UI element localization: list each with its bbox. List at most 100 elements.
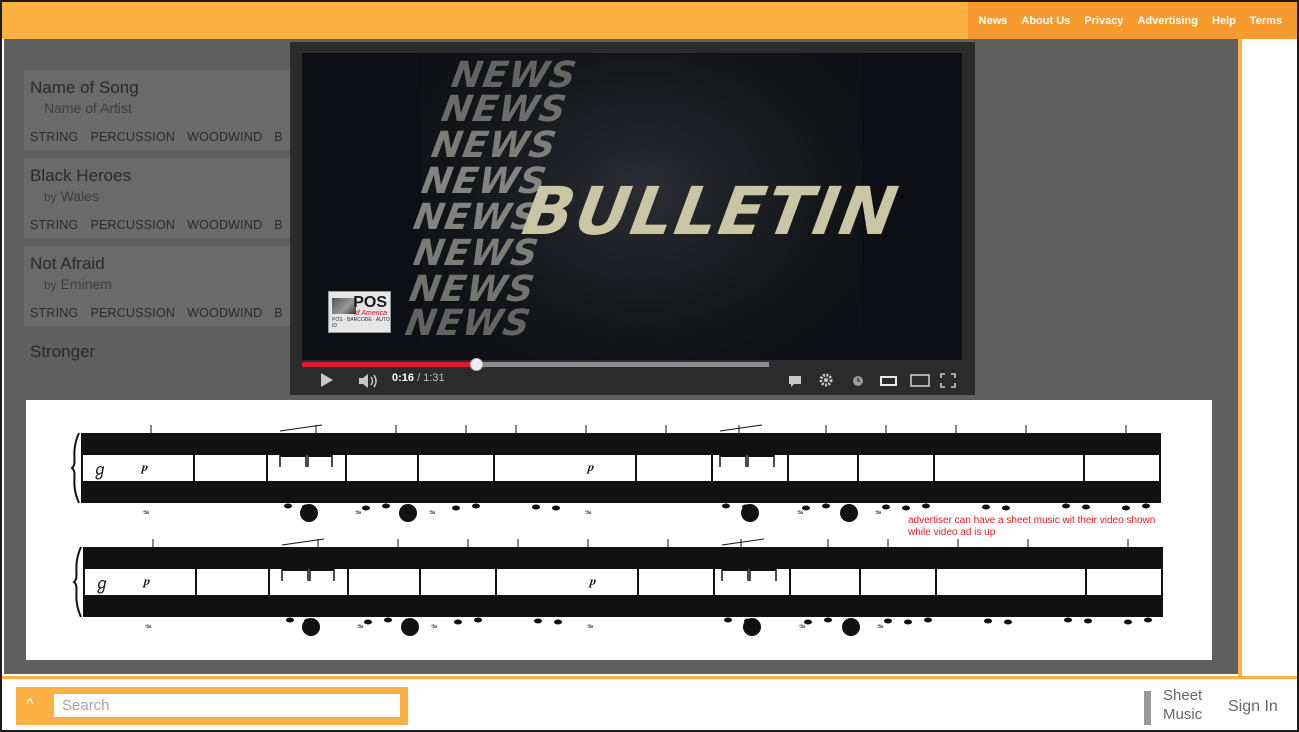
dynamic-mark: 𝆏 xyxy=(142,574,151,589)
clef-symbol: ℊ xyxy=(92,460,108,480)
dynamic-mark: 𝆏 xyxy=(140,460,149,475)
tag-percussion[interactable]: PERCUSSION xyxy=(90,130,175,144)
sheet-music-link[interactable]: Sheet Music xyxy=(1163,686,1223,724)
note-head xyxy=(534,618,542,624)
tag-string[interactable]: STRING xyxy=(30,218,78,232)
song-title[interactable]: Stronger xyxy=(24,334,294,370)
artist-prefix: by xyxy=(44,278,57,292)
search-input[interactable] xyxy=(54,694,400,717)
divider-bar xyxy=(1144,691,1151,725)
news-word: NEWS xyxy=(438,89,570,130)
tag-percussion[interactable]: PERCUSSION xyxy=(90,306,175,320)
news-word: NEWS xyxy=(428,125,560,166)
song-card[interactable]: Not Afraid by Eminem STRING PERCUSSION W… xyxy=(24,246,294,326)
note-head xyxy=(454,619,462,625)
note-beam xyxy=(310,569,334,571)
pedal-mark: 𝆮 xyxy=(430,623,438,634)
song-artist: Name of Artist xyxy=(44,100,288,116)
slur xyxy=(721,538,765,546)
artist-name: Eminem xyxy=(60,276,112,292)
right-panel xyxy=(1242,39,1297,676)
note-head xyxy=(1084,618,1092,624)
pedal-mark: 𝆮 xyxy=(798,623,806,634)
captions-icon[interactable] xyxy=(788,375,802,388)
note-beam xyxy=(750,569,776,571)
pedal-mark: 𝆮 xyxy=(428,509,436,520)
note-beam xyxy=(308,455,332,457)
song-card[interactable]: Name of Song Name of Artist STRING PERCU… xyxy=(24,70,294,150)
note-head xyxy=(384,617,392,623)
progress-fill xyxy=(302,362,476,367)
tag-more[interactable]: B xyxy=(274,306,283,320)
note-head xyxy=(884,618,892,624)
watch-later-icon[interactable] xyxy=(852,375,864,387)
video-screen[interactable]: NEWS NEWS NEWS NEWS NEWS NEWS NEWS NEWS … xyxy=(302,53,962,360)
tag-string[interactable]: STRING xyxy=(30,306,78,320)
note-head xyxy=(902,505,910,511)
brace xyxy=(70,432,80,504)
progress-bar[interactable] xyxy=(302,358,769,371)
tag-woodwind[interactable]: WOODWIND xyxy=(187,306,262,320)
tag-more[interactable]: B xyxy=(274,130,283,144)
play-icon[interactable] xyxy=(320,372,334,388)
nav-terms[interactable]: Terms xyxy=(1250,15,1282,27)
top-bar: News About Us Privacy Advertising Help T… xyxy=(2,2,1297,39)
tag-woodwind[interactable]: WOODWIND xyxy=(187,218,262,232)
note-head xyxy=(924,617,932,623)
artist-name: Name of Artist xyxy=(44,100,132,116)
note-beam xyxy=(280,455,306,457)
song-title: Black Heroes xyxy=(30,166,132,185)
bottom-bar: ^ Sheet Music Sign In xyxy=(2,679,1297,730)
dynamic-mark: 𝆏 xyxy=(588,574,597,589)
brace xyxy=(72,546,82,618)
note-beam xyxy=(720,455,746,457)
note-beam xyxy=(282,569,308,571)
note-head xyxy=(382,503,390,509)
pedal-mark: 𝆮 xyxy=(796,509,804,520)
volume-icon[interactable] xyxy=(358,373,380,389)
tag-woodwind[interactable]: WOODWIND xyxy=(187,130,262,144)
note-head xyxy=(1144,617,1152,623)
song-card[interactable]: Black Heroes by Wales STRING PERCUSSION … xyxy=(24,158,294,238)
nav-privacy[interactable]: Privacy xyxy=(1084,15,1123,27)
song-title: Name of Song xyxy=(30,78,139,97)
tag-percussion[interactable]: PERCUSSION xyxy=(90,218,175,232)
large-player-icon[interactable] xyxy=(910,374,930,387)
slur xyxy=(719,424,763,432)
search-bar: ^ xyxy=(16,687,408,725)
settings-icon[interactable] xyxy=(818,372,834,388)
note-head xyxy=(904,619,912,625)
top-nav: News About Us Privacy Advertising Help T… xyxy=(967,2,1297,39)
note-head xyxy=(1142,503,1150,509)
small-player-icon[interactable] xyxy=(880,375,897,387)
note-head xyxy=(364,619,372,625)
tag-string[interactable]: STRING xyxy=(30,130,78,144)
note-head xyxy=(1064,617,1072,623)
nav-advertising[interactable]: Advertising xyxy=(1137,15,1198,27)
note-head xyxy=(474,617,482,623)
staff-band xyxy=(82,481,1160,503)
note-head xyxy=(824,617,832,623)
note-head xyxy=(401,618,419,636)
note-beam xyxy=(722,569,748,571)
note-head xyxy=(1082,504,1090,510)
note-head xyxy=(822,503,830,509)
pedal-mark: 𝆮 xyxy=(876,623,884,634)
nav-about-us[interactable]: About Us xyxy=(1021,15,1070,27)
nav-help[interactable]: Help xyxy=(1212,15,1236,27)
pos-logo: POS of America POS · BARCODE · AUTO ID xyxy=(328,291,391,333)
note-head xyxy=(1122,505,1130,511)
pedal-mark: 𝆮 xyxy=(584,509,592,520)
expand-caret-icon[interactable]: ^ xyxy=(26,696,34,714)
advertiser-note-line1: advertiser can have a sheet music wit th… xyxy=(908,515,1156,526)
note-head xyxy=(302,618,320,636)
sign-in-link[interactable]: Sign In xyxy=(1228,698,1278,716)
tag-more[interactable]: B xyxy=(274,218,283,232)
note-head xyxy=(362,505,370,511)
nav-news[interactable]: News xyxy=(979,15,1008,27)
fullscreen-icon[interactable] xyxy=(940,373,956,388)
song-artist: by Eminem xyxy=(44,276,288,292)
note-head xyxy=(286,617,294,623)
browser-frame: News About Us Privacy Advertising Help T… xyxy=(0,0,1299,732)
video-player[interactable]: NEWS NEWS NEWS NEWS NEWS NEWS NEWS NEWS … xyxy=(290,42,975,395)
